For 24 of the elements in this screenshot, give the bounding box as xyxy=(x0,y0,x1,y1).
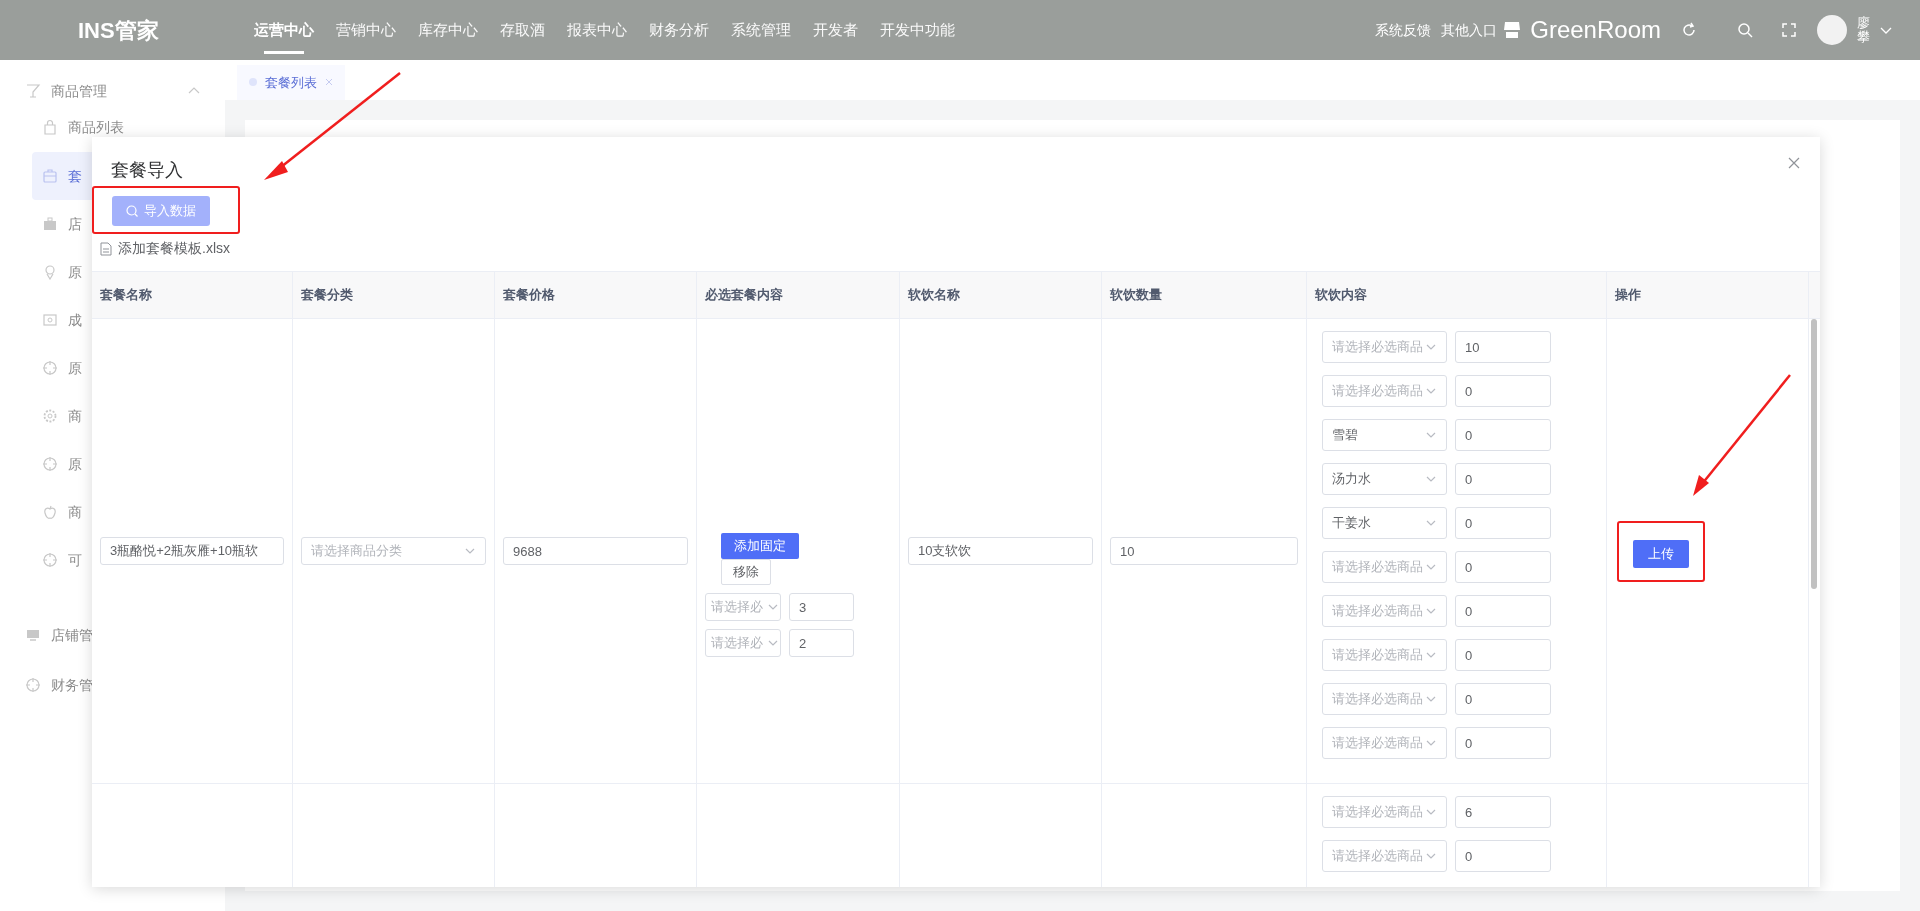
column-header: 套餐分类 xyxy=(293,272,495,319)
column-header: 套餐名称 xyxy=(92,272,293,319)
app-logo: INS管家 xyxy=(78,16,160,45)
column-header: 软饮内容 xyxy=(1307,272,1607,319)
item-label: 套 xyxy=(68,166,82,186)
item-label: 商 xyxy=(68,406,82,426)
column-header: 必选套餐内容 xyxy=(697,272,900,319)
item-label: 原 xyxy=(68,358,82,378)
column-header: 操作 xyxy=(1607,272,1809,319)
column-header: 软饮名称 xyxy=(900,272,1102,319)
item-label: 店 xyxy=(68,214,82,234)
column-header: 套餐价格 xyxy=(495,272,697,319)
item-label: 商品列表 xyxy=(68,117,124,137)
store-name: GreenRoom xyxy=(1530,15,1661,45)
column-header: 软饮数量 xyxy=(1102,272,1307,319)
group-label: 财务管 xyxy=(51,675,93,695)
dialog-title: 套餐导入 xyxy=(111,159,183,182)
item-label: 原 xyxy=(68,454,82,474)
item-label: 商 xyxy=(68,502,82,522)
group-label: 店铺管 xyxy=(51,625,93,645)
item-label: 成 xyxy=(68,310,82,330)
item-label: 原 xyxy=(68,262,82,282)
item-label: 可 xyxy=(68,550,82,570)
group-label: 商品管理 xyxy=(51,81,107,101)
